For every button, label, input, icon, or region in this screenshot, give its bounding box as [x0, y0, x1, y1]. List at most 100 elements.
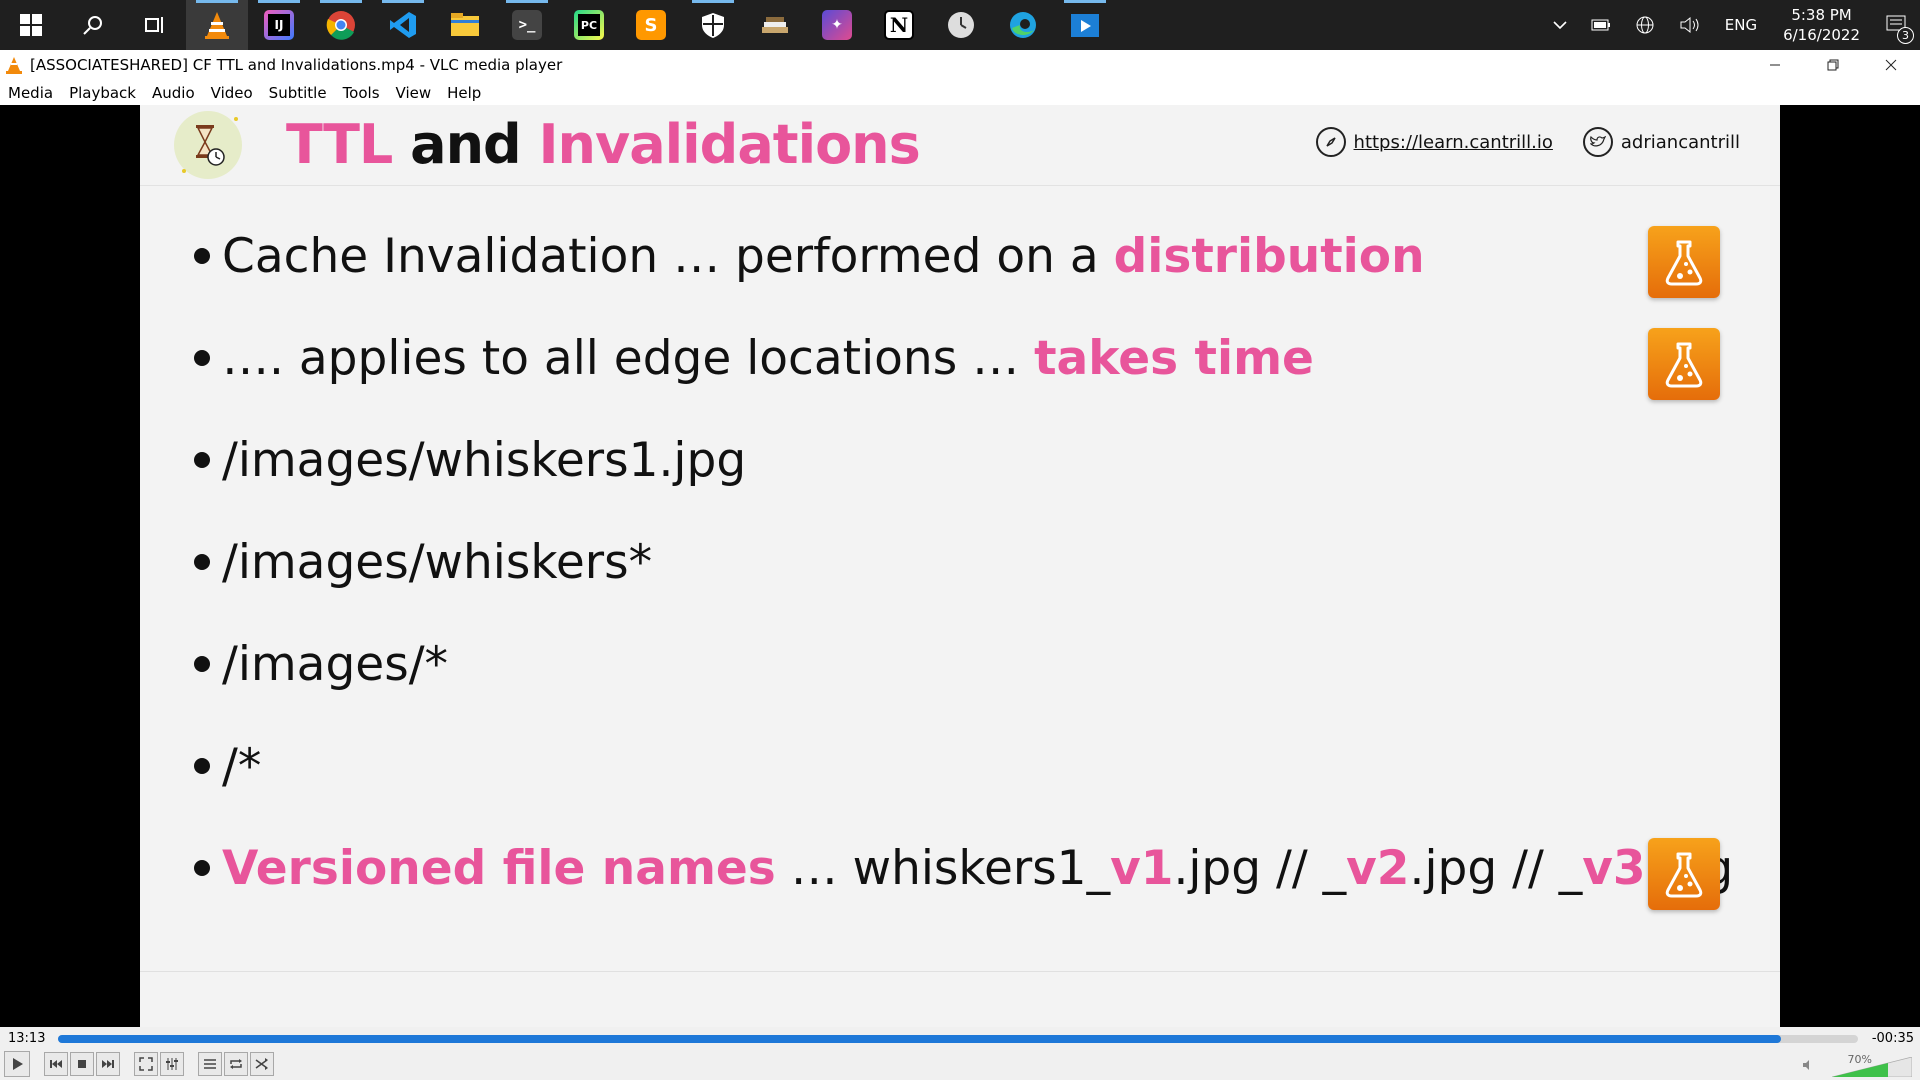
- start-icon[interactable]: [0, 0, 62, 50]
- compass-icon: [1315, 127, 1346, 157]
- edge-icon[interactable]: [992, 0, 1054, 50]
- bullet-dot: [194, 554, 210, 570]
- show-hidden-icons-chevron-icon[interactable]: [1541, 0, 1579, 50]
- next-button[interactable]: [96, 1052, 120, 1076]
- bullet-emphasis: takes time: [1034, 330, 1314, 386]
- menu-subtitle[interactable]: Subtitle: [261, 84, 335, 102]
- loop-button[interactable]: [224, 1052, 248, 1076]
- clock-app-icon[interactable]: [930, 0, 992, 50]
- menu-playback[interactable]: Playback: [61, 84, 144, 102]
- minimize-button[interactable]: [1746, 50, 1804, 80]
- close-button[interactable]: [1862, 50, 1920, 80]
- slide-footer-divider: [140, 971, 1780, 972]
- twitter-icon: [1582, 127, 1613, 157]
- volume-slider[interactable]: [1832, 1057, 1912, 1077]
- bullet-item: /images/*: [194, 613, 1734, 715]
- language-indicator[interactable]: ENG: [1713, 0, 1769, 50]
- bullet-text: /images/*: [222, 636, 449, 692]
- volume-control[interactable]: 70%: [1802, 1053, 1912, 1077]
- notification-badge: 3: [1897, 27, 1914, 44]
- menu-tools[interactable]: Tools: [335, 84, 388, 102]
- vlc-window-icon: [6, 57, 22, 74]
- bullet-dot: [194, 248, 210, 264]
- stop-button[interactable]: [70, 1052, 94, 1076]
- slide-title: TTL and Invalidations: [286, 113, 921, 177]
- shuffle-button[interactable]: [250, 1052, 274, 1076]
- version-v2: v2: [1346, 840, 1410, 896]
- lab-flask-icon: [1648, 838, 1720, 910]
- remaining-time[interactable]: -00:35: [1872, 1031, 1914, 1046]
- menu-audio[interactable]: Audio: [144, 84, 203, 102]
- previous-button[interactable]: [44, 1052, 68, 1076]
- notifications-icon[interactable]: 3: [1874, 0, 1920, 50]
- title-invalidations: Invalidations: [538, 113, 920, 176]
- search-icon[interactable]: [62, 0, 124, 50]
- notion-icon[interactable]: N: [868, 0, 930, 50]
- chrome-icon[interactable]: [310, 0, 372, 50]
- bullet-dot: [194, 860, 210, 876]
- bullet-dot: [194, 758, 210, 774]
- battery-icon[interactable]: [1579, 0, 1623, 50]
- vlc-icon[interactable]: [186, 0, 248, 50]
- slide-header: TTL and Invalidations https://learn.cant…: [140, 105, 1780, 186]
- system-tray: ENG 5:38 PM 6/16/2022 3: [1541, 0, 1920, 50]
- bullet-text: /images/whiskers*: [222, 534, 653, 590]
- site-link[interactable]: https://learn.cantrill.io: [1354, 132, 1553, 153]
- extended-settings-button[interactable]: [160, 1052, 184, 1076]
- fullscreen-button[interactable]: [134, 1052, 158, 1076]
- bullet-list: Cache Invalidation … performed on a dist…: [194, 205, 1734, 919]
- bullet-text: /*: [222, 738, 262, 794]
- clock-date: 6/16/2022: [1783, 26, 1860, 44]
- seek-bar[interactable]: [58, 1035, 1858, 1043]
- menu-video[interactable]: Video: [203, 84, 261, 102]
- play-button[interactable]: [4, 1051, 30, 1077]
- bullet-item: Cache Invalidation … performed on a dist…: [194, 205, 1734, 307]
- restore-button[interactable]: [1804, 50, 1862, 80]
- menu-media[interactable]: Media: [0, 84, 61, 102]
- menu-view[interactable]: View: [388, 84, 440, 102]
- bullet-text: /images/whiskers1.jpg: [222, 432, 747, 488]
- task-view-icon[interactable]: [124, 0, 186, 50]
- file-explorer-icon[interactable]: [434, 0, 496, 50]
- versioned-text-2: .jpg // _: [1173, 840, 1347, 896]
- bullet-text: …. applies to all edge locations …: [222, 330, 1035, 386]
- terminal-icon[interactable]: >_: [496, 0, 558, 50]
- lab-flask-icon: [1648, 226, 1720, 298]
- bullet-emphasis: distribution: [1113, 228, 1425, 284]
- bullet-item: /images/whiskers*: [194, 511, 1734, 613]
- photos-icon[interactable]: ✦: [806, 0, 868, 50]
- clock-time: 5:38 PM: [1791, 6, 1852, 24]
- bullet-item: /images/whiskers1.jpg: [194, 409, 1734, 511]
- versioned-label: Versioned file names: [222, 840, 776, 896]
- slide-links: https://learn.cantrill.io adriancantrill: [1315, 127, 1740, 157]
- taskbar-clock[interactable]: 5:38 PM 6/16/2022: [1769, 5, 1874, 45]
- twitter-handle[interactable]: adriancantrill: [1621, 132, 1740, 153]
- versioned-text-3: .jpg // _: [1409, 840, 1583, 896]
- menu-help[interactable]: Help: [439, 84, 489, 102]
- vlc-title-bar: [ASSOCIATESHARED] CF TTL and Invalidatio…: [0, 50, 1920, 80]
- security-icon[interactable]: [682, 0, 744, 50]
- bullet-dot: [194, 350, 210, 366]
- seek-bar-fill: [58, 1035, 1781, 1043]
- network-globe-icon[interactable]: [1623, 0, 1667, 50]
- mute-speaker-icon[interactable]: [1802, 1056, 1814, 1075]
- current-time: 13:13: [8, 1031, 46, 1046]
- sublime-icon[interactable]: S: [620, 0, 682, 50]
- video-area[interactable]: TTL and Invalidations https://learn.cant…: [0, 105, 1920, 1027]
- playlist-button[interactable]: [198, 1052, 222, 1076]
- vscode-icon[interactable]: [372, 0, 434, 50]
- bullet-dot: [194, 452, 210, 468]
- version-v3: v3: [1582, 840, 1646, 896]
- bullet-item: …. applies to all edge locations … takes…: [194, 307, 1734, 409]
- books-icon[interactable]: [744, 0, 806, 50]
- vlc-menu-bar: Media Playback Audio Video Subtitle Tool…: [0, 80, 1920, 105]
- version-v1: v1: [1110, 840, 1174, 896]
- bullet-dot: [194, 656, 210, 672]
- title-ttl: TTL: [286, 113, 393, 176]
- speaker-volume-icon[interactable]: [1667, 0, 1713, 50]
- intellij-icon[interactable]: IJ: [248, 0, 310, 50]
- media-player-icon[interactable]: [1054, 0, 1116, 50]
- lab-flask-icon: [1648, 328, 1720, 400]
- player-controls: 13:13 -00:35 70%: [0, 1027, 1920, 1080]
- pycharm-icon[interactable]: PC: [558, 0, 620, 50]
